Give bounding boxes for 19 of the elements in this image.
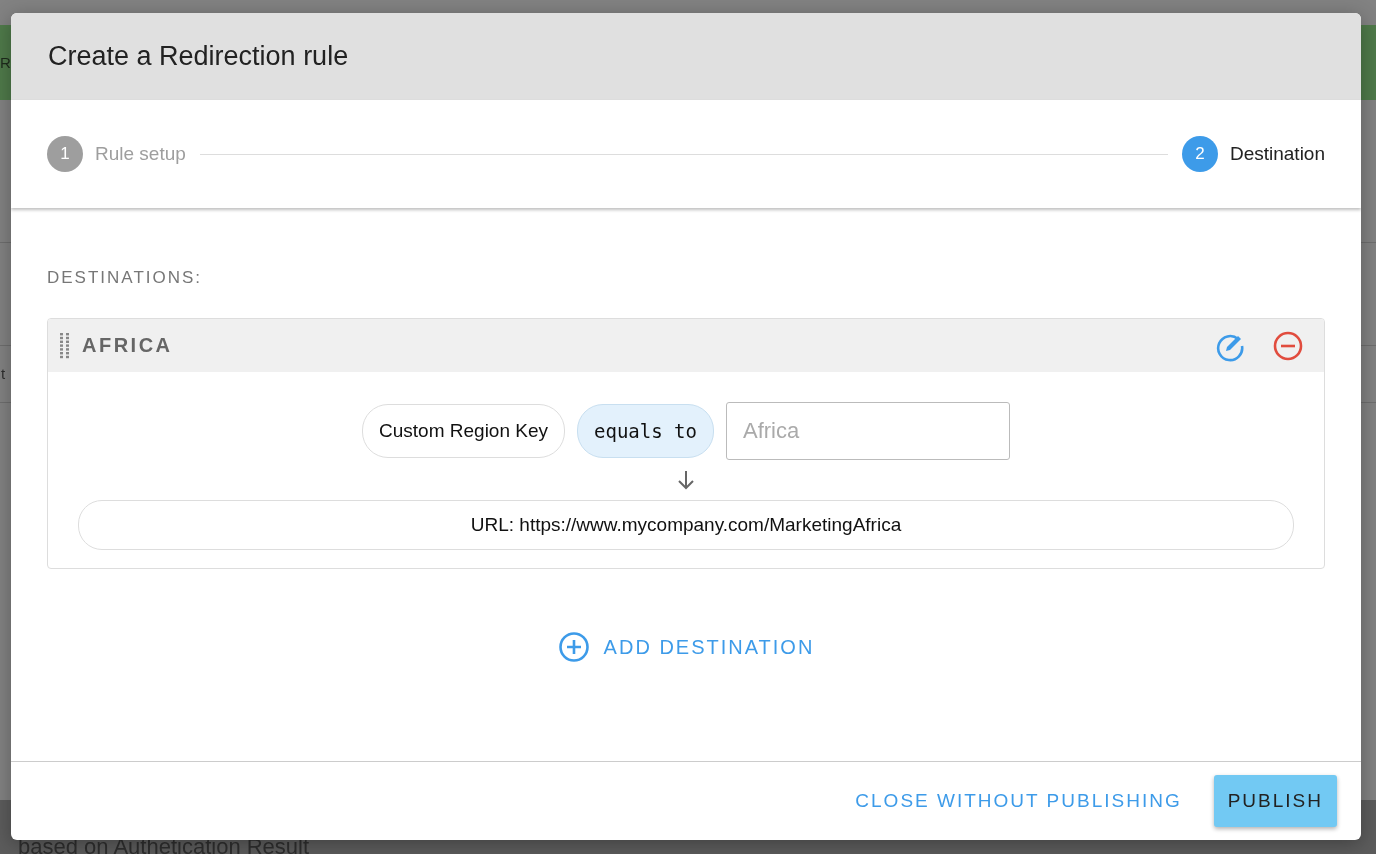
step-number[interactable]: 2 — [1181, 136, 1218, 172]
banner-text: R — [0, 54, 11, 71]
operator-chip[interactable]: equals to — [577, 404, 714, 458]
destination-name: AFRICA — [82, 334, 174, 357]
remove-icon[interactable] — [1272, 329, 1304, 362]
target-url: URL: https://www.mycompany.com/MarketingAfrica — [78, 500, 1294, 550]
drag-handle-icon[interactable] — [60, 332, 70, 359]
close-button[interactable]: CLOSE WITHOUT PUBLISHING — [841, 775, 1196, 827]
step-label[interactable]: Rule setup — [95, 143, 186, 165]
dialog-title: Create a Redirection rule — [48, 41, 349, 72]
add-destination-button[interactable]: ADD DESTINATION — [553, 627, 819, 667]
step-label[interactable]: Destination — [1229, 143, 1325, 165]
step-number[interactable]: 1 — [47, 136, 83, 172]
row-text: t — [1, 364, 6, 384]
add-icon — [557, 631, 590, 663]
field-chip[interactable]: Custom Region Key — [362, 404, 565, 458]
value-field[interactable]: Africa — [725, 402, 1010, 460]
publish-button[interactable]: PUBLISH — [1213, 775, 1337, 827]
section-label: DESTINATIONS: — [47, 268, 204, 288]
